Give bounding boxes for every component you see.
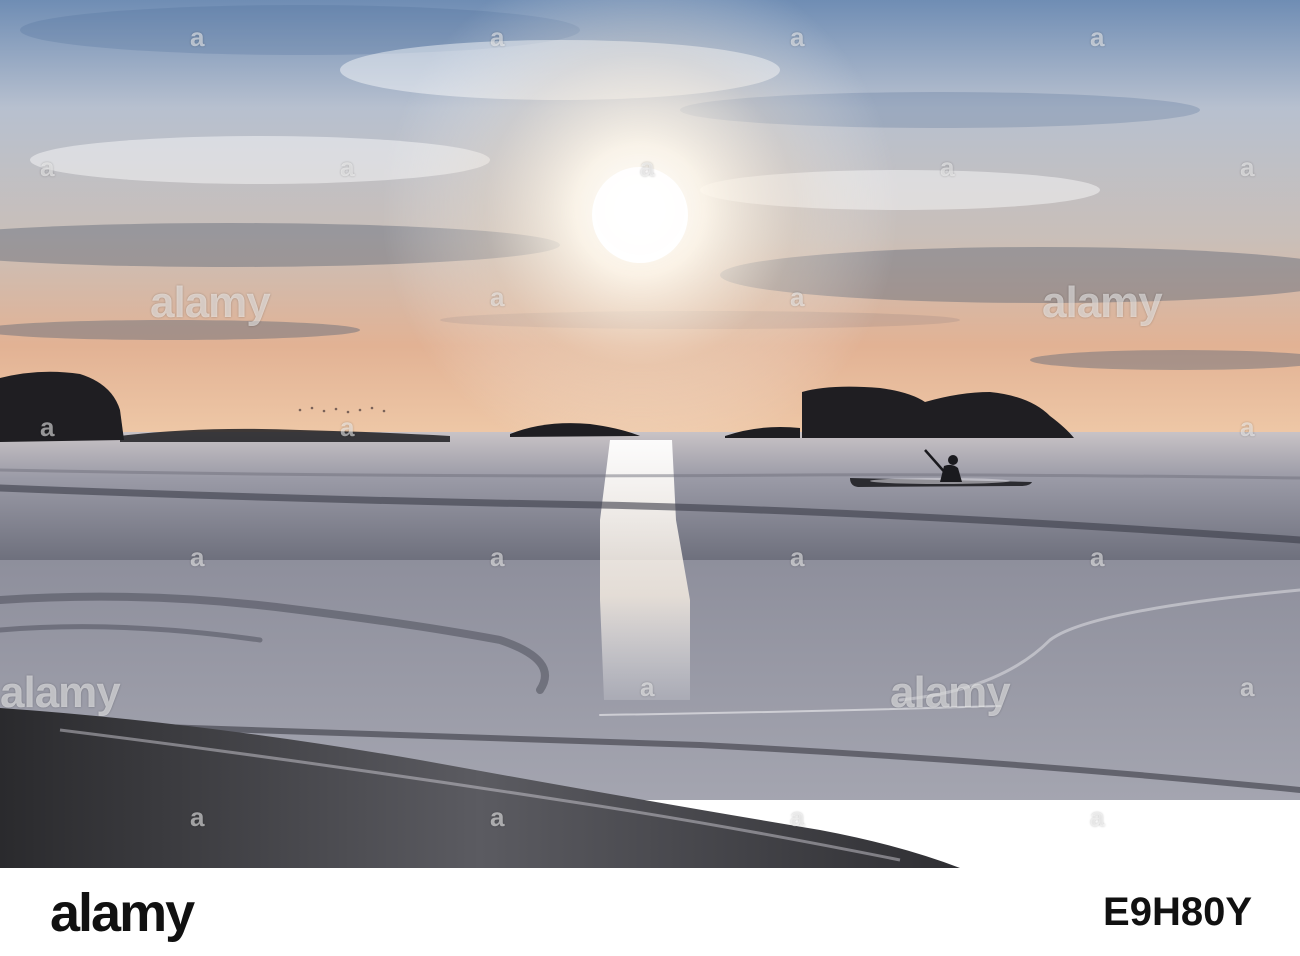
brand-logo: alamy bbox=[50, 883, 195, 943]
image-id-label: E9H80Y bbox=[1103, 890, 1252, 934]
watermark-a: a bbox=[790, 282, 805, 312]
watermark-a: a bbox=[940, 152, 955, 182]
footer-bar: alamy E9H80Y bbox=[0, 868, 1300, 956]
watermark-a: a bbox=[1090, 802, 1105, 832]
watermark-a: a bbox=[490, 802, 505, 832]
watermark-alamy: alamy bbox=[1042, 278, 1163, 327]
watermark-a: a bbox=[190, 22, 205, 52]
watermark-a: a bbox=[1090, 542, 1105, 572]
watermark-a: a bbox=[640, 152, 655, 182]
watermark-a: a bbox=[490, 542, 505, 572]
watermark-a: a bbox=[340, 412, 355, 442]
watermark-a: a bbox=[490, 282, 505, 312]
watermark-a: a bbox=[1240, 672, 1255, 702]
watermark-a: a bbox=[190, 802, 205, 832]
watermark-a: a bbox=[40, 412, 55, 442]
watermark-alamy: alamy bbox=[890, 668, 1011, 717]
watermark-a: a bbox=[790, 22, 805, 52]
watermark-alamy: alamy bbox=[150, 278, 271, 327]
beach-sunset-photo: alamy alamy alamy alamy a a a a a a a a … bbox=[0, 0, 1300, 868]
watermark-a: a bbox=[790, 542, 805, 572]
watermark-alamy: alamy bbox=[0, 668, 121, 717]
watermark-a: a bbox=[640, 672, 655, 702]
watermark-a: a bbox=[1240, 152, 1255, 182]
watermark-a: a bbox=[790, 802, 805, 832]
watermark-a: a bbox=[40, 152, 55, 182]
watermark-a: a bbox=[490, 22, 505, 52]
watermark-a: a bbox=[340, 152, 355, 182]
kayaker-head bbox=[948, 455, 958, 465]
watermark-a: a bbox=[190, 542, 205, 572]
watermark-a: a bbox=[1090, 22, 1105, 52]
photo-scene bbox=[0, 0, 1300, 868]
kayak-deck bbox=[870, 478, 1010, 484]
watermark-a: a bbox=[1240, 412, 1255, 442]
